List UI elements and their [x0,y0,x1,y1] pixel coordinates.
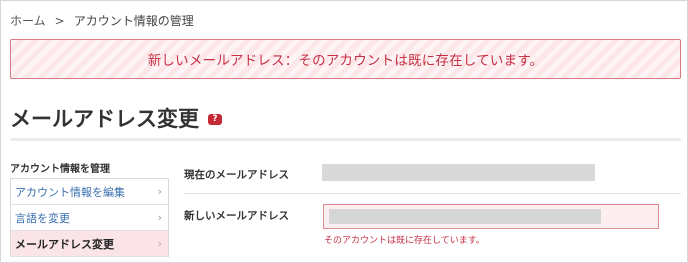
breadcrumb: ホーム > アカウント情報の管理 [10,12,194,29]
sidebar-item-label: 言語を変更 [15,211,70,225]
sidebar-heading: アカウント情報を管理 [10,164,110,175]
breadcrumb-home-link[interactable]: ホーム [10,12,46,29]
breadcrumb-current: アカウント情報の管理 [73,14,194,28]
form-row-divider [184,193,681,194]
breadcrumb-separator: > [54,13,65,28]
sidebar-item-label: メールアドレス変更 [15,237,114,251]
sidebar-item-edit-account[interactable]: アカウント情報を編集 › [11,179,168,205]
error-alert-message: 新しいメールアドレス：そのアカウントは既に存在しています。 [147,53,544,69]
current-email-value [322,164,595,181]
chevron-right-icon: › [157,211,162,224]
sidebar-menu: アカウント情報を編集 › 言語を変更 › メールアドレス変更 › [10,178,169,257]
new-email-error-message: そのアカウントは既に存在しています。 [324,236,485,246]
chevron-right-icon: › [157,237,162,250]
page-title-row: メールアドレス変更 ? [10,103,222,133]
new-email-field-wrapper [323,204,659,229]
page-title: メールアドレス変更 [10,107,199,131]
new-email-input[interactable] [329,209,601,224]
new-email-label: 新しいメールアドレス [184,210,289,222]
current-email-label: 現在のメールアドレス [184,169,289,181]
error-alert-banner: 新しいメールアドレス：そのアカウントは既に存在しています。 [10,39,681,79]
sidebar-item-label: アカウント情報を編集 [15,185,125,199]
sidebar-item-change-language[interactable]: 言語を変更 › [11,205,168,231]
sidebar-item-change-email[interactable]: メールアドレス変更 › [11,231,168,257]
chevron-right-icon: › [157,185,162,198]
title-divider [10,138,681,141]
help-icon[interactable]: ? [208,114,222,125]
